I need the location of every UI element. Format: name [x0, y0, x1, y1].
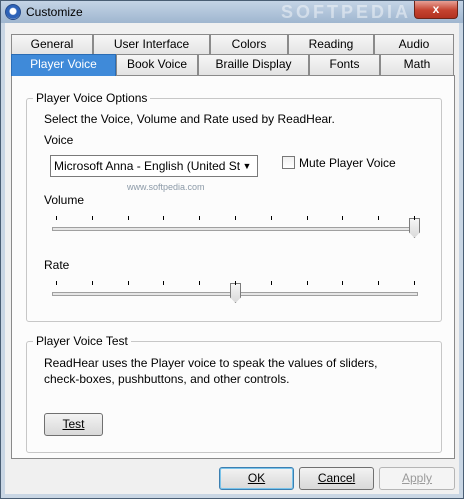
tab-fonts[interactable]: Fonts: [309, 54, 380, 75]
group-legend-options: Player Voice Options: [33, 91, 151, 105]
slider-tick: [342, 281, 344, 285]
volume-label: Volume: [44, 193, 85, 207]
close-button[interactable]: x: [414, 1, 458, 19]
rate-label: Rate: [44, 258, 70, 272]
watermark-url: www.softpedia.com: [127, 182, 205, 192]
voice-select-value: Microsoft Anna - English (United St: [54, 159, 240, 173]
watermark: SOFTPEDIA: [281, 2, 412, 22]
slider-tick: [56, 281, 57, 285]
tab-general[interactable]: General: [11, 34, 93, 55]
volume-slider-thumb[interactable]: [409, 218, 420, 238]
slider-tick: [270, 216, 272, 220]
title-bar[interactable]: Customize SOFTPEDIA x: [1, 1, 463, 23]
group-legend-test: Player Voice Test: [33, 334, 131, 348]
slider-tick: [127, 281, 129, 285]
voice-label: Voice: [44, 133, 74, 147]
tab-book-voice[interactable]: Book Voice: [116, 54, 198, 75]
slider-tick: [414, 216, 415, 220]
slider-tick: [163, 216, 165, 220]
slider-tick: [56, 216, 57, 220]
tab-reading[interactable]: Reading: [288, 34, 374, 55]
slider-tick: [127, 216, 129, 220]
rate-slider[interactable]: [50, 281, 420, 307]
slider-tick: [342, 216, 344, 220]
slider-tick: [306, 216, 308, 220]
volume-slider[interactable]: [50, 216, 420, 242]
test-description-line1: ReadHear uses the Player voice to speak …: [44, 356, 378, 370]
tab-audio[interactable]: Audio: [374, 34, 454, 55]
slider-tick: [163, 281, 165, 285]
slider-tick: [235, 216, 236, 220]
apply-button: Apply: [379, 467, 455, 490]
test-button[interactable]: Test: [44, 413, 103, 436]
mute-player-voice-checkbox[interactable]: [282, 156, 295, 169]
app-icon: [5, 4, 21, 20]
slider-tick: [91, 281, 93, 285]
slider-tick: [270, 281, 272, 285]
tab-user-interface[interactable]: User Interface: [93, 34, 210, 55]
tab-colors[interactable]: Colors: [210, 34, 288, 55]
volume-slider-track: [52, 227, 418, 231]
ok-button[interactable]: OK: [219, 467, 294, 490]
slider-tick: [414, 281, 415, 285]
tab-math[interactable]: Math: [380, 54, 454, 75]
options-description: Select the Voice, Volume and Rate used b…: [44, 112, 335, 126]
slider-tick: [378, 281, 380, 285]
rate-slider-thumb[interactable]: [230, 283, 241, 303]
tab-player-voice[interactable]: Player Voice: [11, 54, 116, 76]
slider-tick: [91, 216, 93, 220]
slider-tick: [378, 216, 380, 220]
window-title: Customize: [26, 5, 83, 19]
slider-tick: [306, 281, 308, 285]
slider-tick: [199, 281, 201, 285]
chevron-down-icon[interactable]: ▼: [239, 158, 255, 174]
tab-braille-display[interactable]: Braille Display: [198, 54, 309, 75]
slider-tick: [199, 216, 201, 220]
voice-select[interactable]: Microsoft Anna - English (United St ▼: [50, 155, 258, 177]
test-description-line2: check-boxes, pushbuttons, and other cont…: [44, 372, 290, 386]
cancel-button[interactable]: Cancel: [299, 467, 374, 490]
customize-window: Customize SOFTPEDIA x General User Inter…: [0, 0, 464, 499]
slider-tick: [235, 281, 236, 285]
mute-player-voice-label: Mute Player Voice: [299, 156, 396, 170]
